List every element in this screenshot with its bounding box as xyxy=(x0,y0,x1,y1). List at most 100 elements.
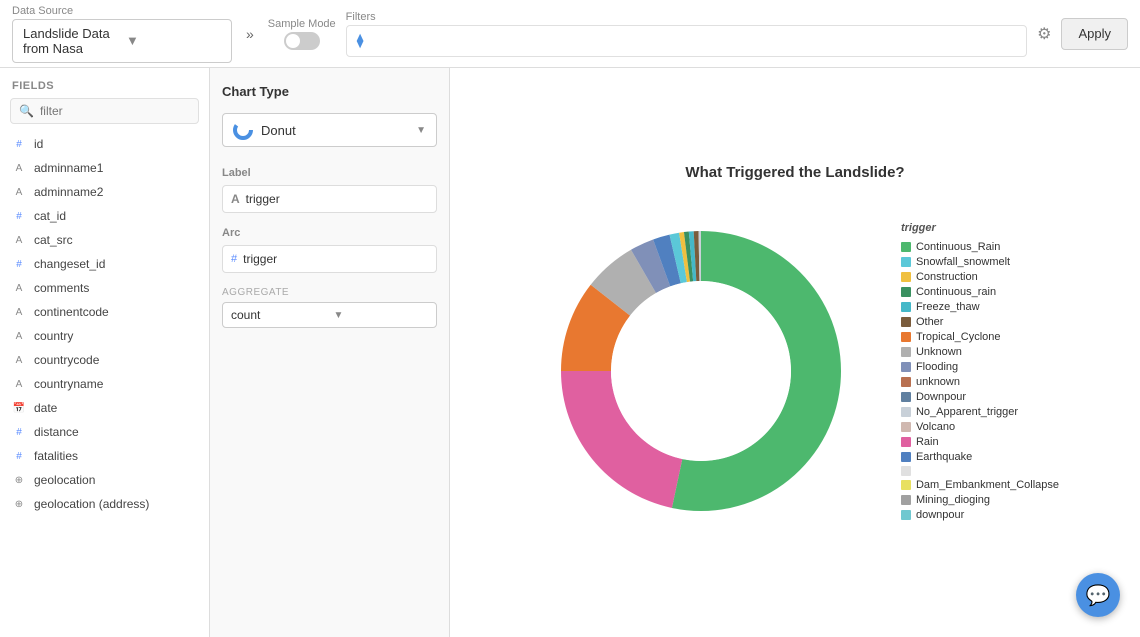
field-item-country[interactable]: Acountry xyxy=(0,324,209,348)
sidebar-header: FIELDS xyxy=(0,68,209,98)
filter-bar[interactable]: ⧫ xyxy=(346,25,1027,57)
field-label: countrycode xyxy=(34,353,99,367)
sample-mode-toggle[interactable] xyxy=(284,32,320,50)
datasource-dropdown[interactable]: Landslide Data from Nasa ▼ xyxy=(12,19,232,63)
legend-swatch xyxy=(901,452,911,462)
legend-label: Flooding xyxy=(916,361,958,373)
legend-swatch xyxy=(901,495,911,505)
field-item-continentcode[interactable]: Acontinentcode xyxy=(0,300,209,324)
field-type-icon: A xyxy=(12,331,26,342)
legend-label: Continuous_Rain xyxy=(916,241,1000,253)
search-icon: 🔍 xyxy=(19,104,34,118)
legend-item: unknown xyxy=(901,376,1059,388)
field-item-adminname1[interactable]: Aadminname1 xyxy=(0,156,209,180)
sample-mode-label: Sample Mode xyxy=(268,18,336,30)
field-item-geolocation[interactable]: ⊕geolocation xyxy=(0,468,209,492)
field-type-icon: A xyxy=(12,235,26,246)
legend-item: Mining_dioging xyxy=(901,494,1059,506)
legend-item: Continuous_rain xyxy=(901,286,1059,298)
field-type-icon: # xyxy=(12,211,26,222)
datasource-section: Data Source Landslide Data from Nasa ▼ xyxy=(12,5,232,63)
legend-swatch xyxy=(901,242,911,252)
field-label: country xyxy=(34,329,73,343)
datasource-value: Landslide Data from Nasa xyxy=(23,26,118,56)
label-field-pill[interactable]: A trigger xyxy=(222,185,437,213)
field-item-id[interactable]: # id xyxy=(0,132,209,156)
field-item-changeset_id[interactable]: #changeset_id xyxy=(0,252,209,276)
legend-title: trigger xyxy=(901,222,1059,234)
field-item-comments[interactable]: Acomments xyxy=(0,276,209,300)
settings-icon[interactable]: ⚙ xyxy=(1037,24,1051,44)
legend-swatch xyxy=(901,332,911,342)
legend-item: Construction xyxy=(901,271,1059,283)
top-bar: Data Source Landslide Data from Nasa ▼ »… xyxy=(0,0,1140,68)
legend-swatch xyxy=(901,480,911,490)
legend-label: Continuous_rain xyxy=(916,286,996,298)
legend-swatch xyxy=(901,362,911,372)
datasource-label: Data Source xyxy=(12,5,232,17)
sample-mode-section: Sample Mode xyxy=(268,18,336,50)
legend-item: Volcano xyxy=(901,421,1059,433)
legend-swatch xyxy=(901,437,911,447)
field-label: cat_id xyxy=(34,209,66,223)
chart-type-arrow-icon: ▼ xyxy=(416,125,426,136)
legend-swatch xyxy=(901,466,911,476)
legend-label: Dam_Embankment_Collapse xyxy=(916,479,1059,491)
field-item-date[interactable]: 📅date xyxy=(0,396,209,420)
field-item-distance[interactable]: #distance xyxy=(0,420,209,444)
legend-label: Unknown xyxy=(916,346,962,358)
chat-icon: 💬 xyxy=(1086,583,1111,608)
legend-swatch xyxy=(901,272,911,282)
chart-content: trigger Continuous_Rain Snowfall_snowmelt… xyxy=(470,201,1120,541)
field-item-adminname2[interactable]: Aadminname2 xyxy=(0,180,209,204)
field-label: date xyxy=(34,401,57,415)
chart-title: What Triggered the Landslide? xyxy=(685,164,904,181)
field-label: countryname xyxy=(34,377,103,391)
legend-label: Construction xyxy=(916,271,978,283)
legend-swatch xyxy=(901,510,911,520)
search-input[interactable] xyxy=(40,104,190,118)
legend-swatch xyxy=(901,407,911,417)
field-type-icon: # xyxy=(12,427,26,438)
legend-label: No_Apparent_trigger xyxy=(916,406,1018,418)
legend-label: Freeze_thaw xyxy=(916,301,980,313)
field-item-cat_id[interactable]: # cat_id xyxy=(0,204,209,228)
field-label: fatalities xyxy=(34,449,78,463)
chart-legend: trigger Continuous_Rain Snowfall_snowmelt… xyxy=(901,222,1059,521)
legend-swatch xyxy=(901,302,911,312)
label-field-name: trigger xyxy=(246,192,280,206)
legend-label: Volcano xyxy=(916,421,955,433)
field-item-countrycode[interactable]: Acountrycode xyxy=(0,348,209,372)
aggregate-dropdown[interactable]: count ▼ xyxy=(222,302,437,328)
legend-swatch xyxy=(901,422,911,432)
field-type-icon: A xyxy=(12,379,26,390)
label-field-type-icon: A xyxy=(231,192,240,206)
main-layout: FIELDS 🔍 # id Aadminname1Aadminname2 # cat_i… xyxy=(0,68,1140,637)
apply-button[interactable]: Apply xyxy=(1061,18,1128,50)
field-type-icon: # xyxy=(12,139,26,150)
chart-type-dropdown[interactable]: Donut ▼ xyxy=(222,113,437,147)
arc-field-pill[interactable]: # trigger xyxy=(222,245,437,273)
field-item-countryname[interactable]: Acountryname xyxy=(0,372,209,396)
legend-item: Snowfall_snowmelt xyxy=(901,256,1059,268)
legend-item: Flooding xyxy=(901,361,1059,373)
field-label: geolocation xyxy=(34,473,95,487)
chart-type-label: Donut xyxy=(261,123,408,138)
field-item-fatalities[interactable]: #fatalities xyxy=(0,444,209,468)
chat-button[interactable]: 💬 xyxy=(1076,573,1120,617)
aggregate-label: AGGREGATE xyxy=(222,287,437,298)
legend-label: Mining_dioging xyxy=(916,494,990,506)
legend-item: downpour xyxy=(901,509,1059,521)
legend-label: Snowfall_snowmelt xyxy=(916,256,1010,268)
sidebar-fields-list: # id Aadminname1Aadminname2 # cat_id Acat_src… xyxy=(0,132,209,637)
legend-label: unknown xyxy=(916,376,960,388)
arc-section-header: Arc xyxy=(222,227,437,239)
legend-swatch xyxy=(901,257,911,267)
legend-item: Continuous_Rain xyxy=(901,241,1059,253)
field-item-geolocation-(address)[interactable]: ⊕geolocation (address) xyxy=(0,492,209,516)
field-type-icon: A xyxy=(12,283,26,294)
field-label: id xyxy=(34,137,43,151)
field-item-cat_src[interactable]: Acat_src xyxy=(0,228,209,252)
sidebar-search[interactable]: 🔍 xyxy=(10,98,199,124)
field-label: geolocation (address) xyxy=(34,497,149,511)
